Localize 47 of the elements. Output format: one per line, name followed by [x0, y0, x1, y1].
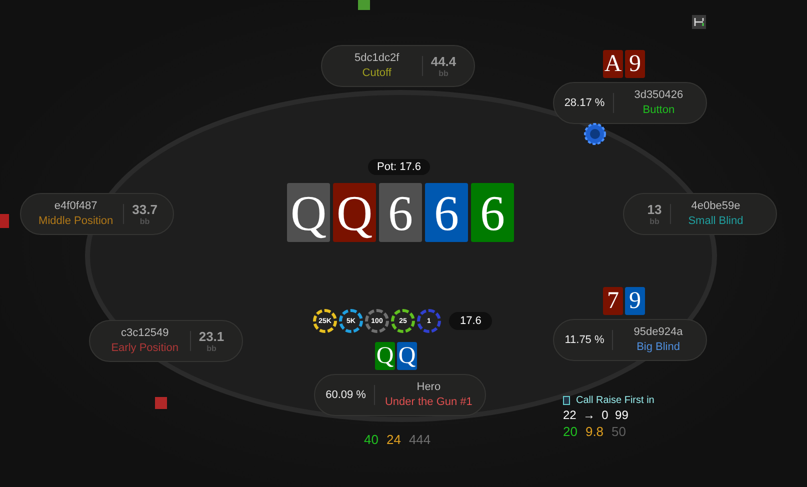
player-name: 4e0be59e — [691, 199, 740, 214]
equity-value: 28.17 % — [564, 97, 605, 109]
square-icon — [155, 397, 167, 409]
playing-card: 9 — [625, 50, 645, 78]
pot-label: Pot: 17.6 — [368, 159, 430, 175]
stat-value: 9.8 — [585, 424, 604, 439]
equity-value: 11.75 % — [564, 334, 604, 346]
bracket-icon[interactable] — [692, 15, 706, 29]
playing-card: A — [603, 50, 623, 78]
action-line: 22 → 0 99 — [563, 408, 630, 422]
playing-card: 6 — [425, 183, 468, 242]
action-title: Call Raise First in — [576, 395, 654, 406]
player-position: Middle Position — [38, 214, 114, 229]
player-name: Hero — [416, 380, 441, 395]
playing-card: 7 — [603, 287, 623, 315]
stat-value: 444 — [408, 432, 431, 447]
stat-value: 50 — [612, 424, 626, 439]
square-icon — [358, 0, 370, 10]
playing-card: Q — [333, 183, 376, 242]
stack-size: 23.1 — [198, 328, 224, 344]
stat-value: 24 — [386, 432, 401, 447]
player-position: Cutoff — [362, 66, 392, 81]
player-name: 5dc1dc2f — [354, 51, 400, 66]
square-icon — [563, 396, 570, 405]
playing-card: Q — [397, 342, 417, 370]
playing-card: 9 — [625, 287, 645, 315]
player-position: Under the Gun #1 — [384, 395, 472, 410]
stack-size: 33.7 — [132, 202, 158, 216]
playing-card: 6 — [471, 183, 514, 242]
player-position: Small Blind — [688, 214, 744, 229]
playing-card: Q — [375, 342, 395, 370]
player-position: Button — [642, 103, 675, 118]
player-name: 95de924a — [634, 325, 683, 340]
equity-value: 60.09 % — [326, 389, 366, 401]
stat-value: 40 — [364, 432, 378, 447]
player-name: 3d350426 — [634, 88, 684, 103]
playing-card: 6 — [379, 183, 422, 242]
playing-card: Q — [287, 183, 330, 242]
stat-value: 20 — [563, 424, 578, 439]
player-position: Early Position — [111, 341, 178, 356]
player-name: e4f0f487 — [54, 199, 98, 214]
stack-size: 44.4 — [430, 54, 456, 68]
square-icon — [0, 214, 9, 228]
stack-size: 13 — [647, 202, 662, 216]
player-name: c3c12549 — [120, 326, 169, 341]
bet-amount: 17.6 — [449, 312, 492, 330]
player-position: Big Blind — [636, 340, 680, 355]
